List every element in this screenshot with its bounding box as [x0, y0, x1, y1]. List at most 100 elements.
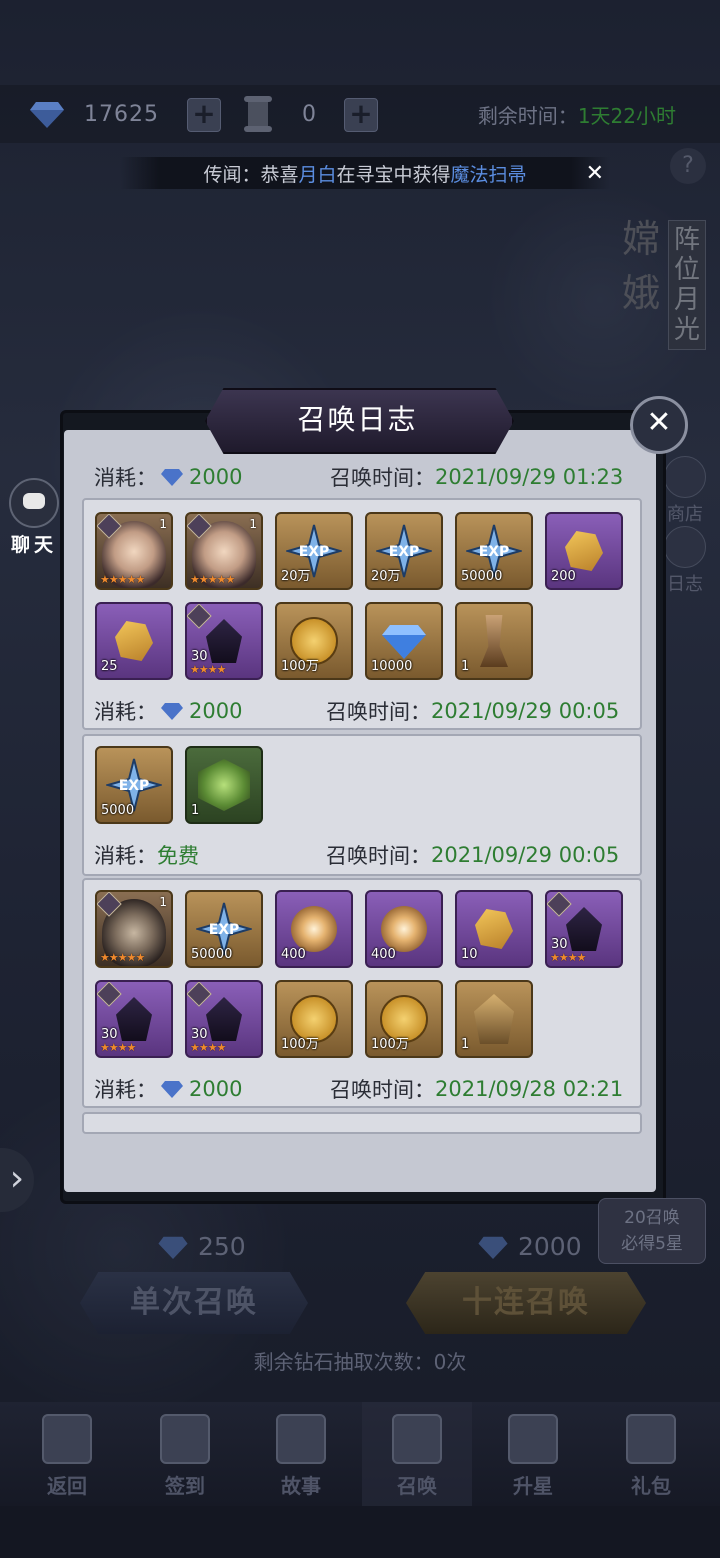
reward-quantity: 200 [551, 569, 576, 584]
reward-item[interactable]: EXP 50000 [455, 512, 533, 590]
reward-item[interactable]: 30 ★★★★ [185, 602, 263, 680]
reward-quantity: 100万 [281, 659, 319, 674]
star-shield-icon [508, 1414, 558, 1464]
remaining-time: 剩余时间： 1天22小时 [478, 85, 676, 143]
helmet-icon [474, 994, 514, 1044]
reward-quantity: 400 [371, 947, 396, 962]
guarantee-badge: 20召唤 必得5星 [598, 1198, 706, 1264]
time-label: 召唤时间： [330, 1078, 435, 1102]
log-entry-cost: 消耗： 2000 [94, 696, 242, 726]
reward-item[interactable]: EXP 5000 [95, 746, 173, 824]
reward-item[interactable]: 400 [275, 890, 353, 968]
nav-checkin[interactable]: 签到 [130, 1402, 240, 1506]
reward-item[interactable]: 100万 [275, 980, 353, 1058]
reward-stars: ★★★★ [190, 1041, 226, 1054]
reward-item[interactable]: 25 [95, 602, 173, 680]
nav-back-label: 返回 [47, 1474, 87, 1498]
diamond-icon [478, 1236, 508, 1259]
single-summon-cost: 250 [158, 1232, 246, 1261]
reward-item[interactable]: EXP 20万 [365, 512, 443, 590]
reward-item[interactable]: 10 [455, 890, 533, 968]
cost-value: 2000 [189, 1077, 243, 1101]
add-scroll-button[interactable]: + [344, 98, 378, 132]
reward-quantity: 1 [461, 659, 470, 674]
hooded-hero-shard-icon [206, 997, 242, 1041]
svg-text:EXP: EXP [119, 778, 150, 794]
reward-item[interactable]: 30 ★★★★ [95, 980, 173, 1058]
reward-quantity: 30 [191, 649, 208, 664]
reward-item[interactable]: 400 [365, 890, 443, 968]
reward-item[interactable]: 100万 [275, 602, 353, 680]
reward-item[interactable]: 1 ★★★★★ [95, 890, 173, 968]
reward-item[interactable]: 30 ★★★★ [545, 890, 623, 968]
time-label: 召唤时间： [326, 700, 431, 724]
nav-gift-label: 礼包 [631, 1474, 671, 1498]
resource-bar: 17625 + 0 + 剩余时间： 1天22小时 [0, 85, 720, 143]
reward-quantity: 50000 [461, 569, 503, 584]
cost-label: 消耗： [94, 700, 157, 724]
chat-button[interactable]: 聊天 [6, 478, 62, 557]
nav-upgrade[interactable]: 升星 [478, 1402, 588, 1506]
nav-summon[interactable]: 召唤 [362, 1402, 472, 1506]
statue-icon [480, 615, 508, 667]
nav-story[interactable]: 故事 [246, 1402, 356, 1506]
reward-quantity: 1 [191, 803, 200, 818]
diamond-resource: 17625 [30, 85, 159, 143]
log-icon [664, 526, 706, 568]
reward-quantity: 25 [101, 659, 118, 674]
diamond-count: 17625 [84, 101, 159, 127]
single-summon-button[interactable]: 单次召唤 [80, 1272, 308, 1334]
nav-upgrade-label: 升星 [513, 1474, 553, 1498]
nav-gift[interactable]: 礼包 [596, 1402, 706, 1506]
add-diamond-button[interactable]: + [187, 98, 221, 132]
reward-item[interactable]: 1 [455, 602, 533, 680]
cost-label: 消耗： [94, 466, 157, 490]
reward-stars: ★★★★★ [190, 573, 235, 586]
log-entry-cost: 消耗： 2000 [94, 1074, 242, 1104]
back-icon [42, 1414, 92, 1464]
svg-text:EXP: EXP [299, 544, 330, 560]
diamond-icon [161, 1081, 183, 1098]
reward-item[interactable]: EXP 20万 [275, 512, 353, 590]
reward-item[interactable]: 30 ★★★★ [185, 980, 263, 1058]
log-entry-card-partial [82, 1112, 642, 1134]
reward-item[interactable]: 100万 [365, 980, 443, 1058]
svg-text:EXP: EXP [479, 544, 510, 560]
rune-stone-icon [475, 909, 513, 949]
reward-item[interactable]: 10000 [365, 602, 443, 680]
reward-stars: ★★★★ [100, 1041, 136, 1054]
bottom-nav: 返回 签到 故事 召唤 升星 礼包 [0, 1402, 720, 1506]
nav-back[interactable]: 返回 [12, 1402, 122, 1506]
rumor-prefix: 传闻：恭喜 [203, 163, 299, 186]
reward-level: 1 [159, 517, 167, 531]
diamond-icon [382, 625, 426, 659]
rune-stone-icon [565, 531, 603, 571]
log-entry-time: 召唤时间： 2021/09/28 02:21 [330, 1074, 623, 1104]
reward-item[interactable]: 1 ★★★★★ [95, 512, 173, 590]
rune-stone-icon [115, 621, 153, 661]
reward-item[interactable]: 1 [455, 980, 533, 1058]
close-dialog-button[interactable]: ✕ [630, 396, 688, 454]
help-icon[interactable]: ? [670, 148, 706, 184]
remaining-time-label: 剩余时间： [477, 103, 578, 128]
reward-quantity: 5000 [101, 803, 135, 818]
rumor-close-icon[interactable]: ✕ [586, 161, 604, 186]
reward-quantity: 20万 [281, 569, 311, 584]
shop-button[interactable]: 商店 [662, 456, 708, 526]
ten-summon-button[interactable]: 十连召唤 [406, 1272, 646, 1334]
reward-quantity: 1 [461, 1037, 470, 1052]
log-entry-time: 召唤时间： 2021/09/29 01:23 [330, 462, 623, 492]
cost-value: 2000 [189, 699, 243, 723]
reward-item[interactable]: 1 ★★★★★ [185, 512, 263, 590]
cost-value: 2000 [189, 465, 243, 489]
hooded-hero-shard-icon [206, 619, 242, 663]
log-button[interactable]: 日志 [662, 526, 708, 596]
reward-stars: ★★★★ [550, 951, 586, 964]
reward-stars: ★★★★★ [100, 573, 145, 586]
reward-item[interactable]: EXP 50000 [185, 890, 263, 968]
time-value: 2021/09/29 01:23 [435, 465, 624, 489]
reward-item[interactable]: 1 [185, 746, 263, 824]
scroll-icon [244, 96, 272, 132]
reward-item[interactable]: 200 [545, 512, 623, 590]
scroll-icon [392, 1414, 442, 1464]
